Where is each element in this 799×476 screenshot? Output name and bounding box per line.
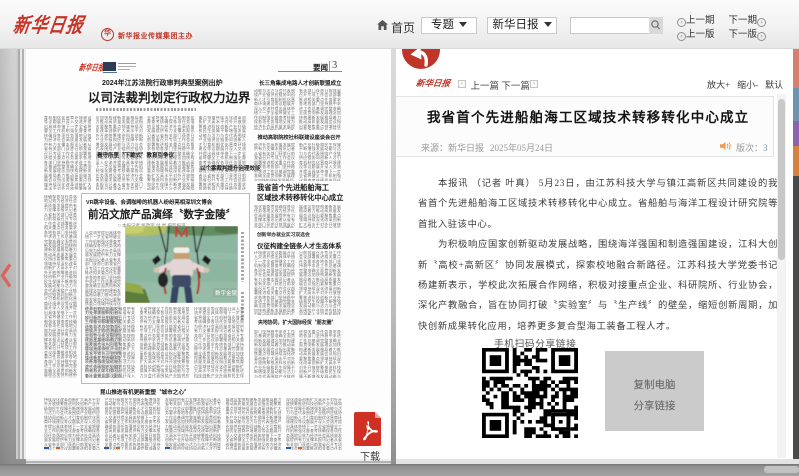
svg-text:数字金陵: 数字金陵: [215, 289, 238, 297]
